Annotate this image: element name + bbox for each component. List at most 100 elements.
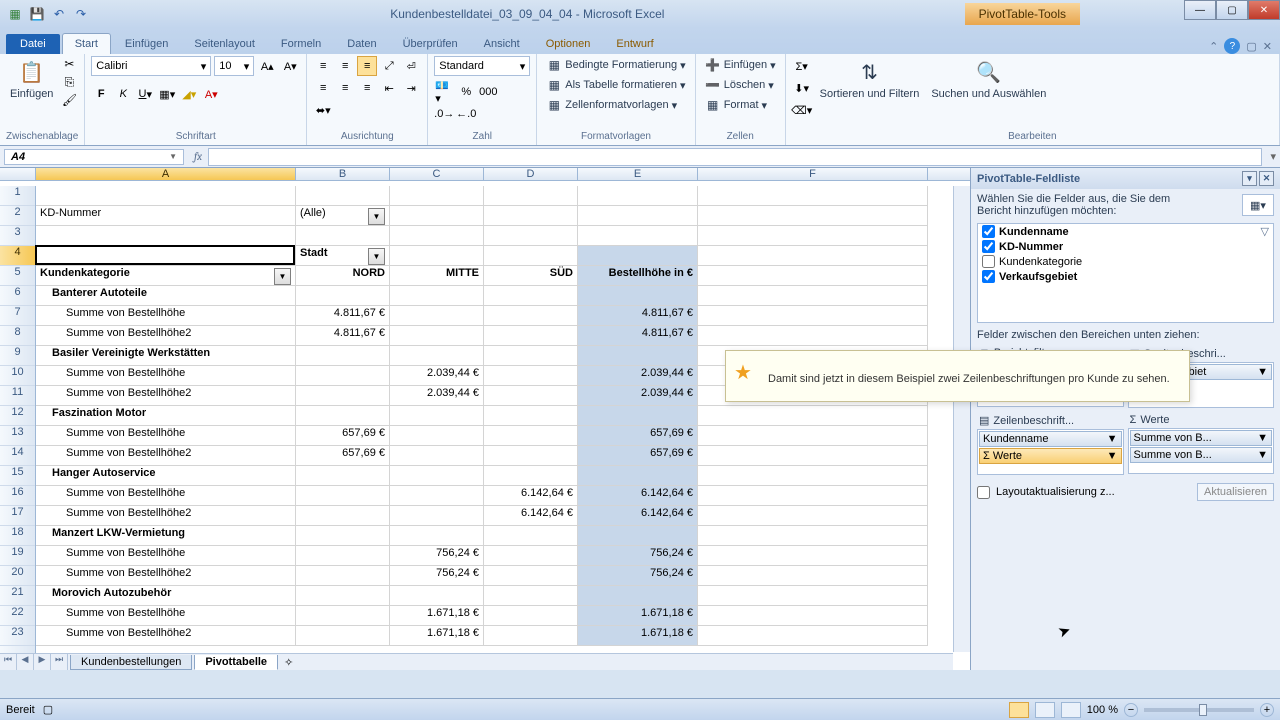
redo-icon[interactable]: ↷ xyxy=(72,5,90,23)
cell[interactable] xyxy=(484,586,578,606)
cell[interactable] xyxy=(698,186,928,206)
tab-page-layout[interactable]: Seitenlayout xyxy=(182,34,267,54)
cell[interactable]: Stadt▼ xyxy=(296,246,390,266)
cell[interactable]: KD-Nummer xyxy=(36,206,296,226)
row-header[interactable]: 6 xyxy=(0,286,35,306)
row-header[interactable]: 11 xyxy=(0,386,35,406)
decrease-decimal-icon[interactable]: ←.0 xyxy=(456,104,476,124)
cell[interactable]: Summe von Bestellhöhe xyxy=(36,486,296,506)
cell[interactable] xyxy=(296,526,390,546)
cell[interactable] xyxy=(296,626,390,646)
cell[interactable]: Summe von Bestellhöhe xyxy=(36,546,296,566)
underline-button[interactable]: U▾ xyxy=(135,84,155,104)
tab-insert[interactable]: Einfügen xyxy=(113,34,180,54)
chip-summe-1[interactable]: Summe von B...▼ xyxy=(1130,430,1273,446)
cell[interactable] xyxy=(698,586,928,606)
field-item[interactable]: Kundenkategorie xyxy=(978,254,1273,269)
tab-nav-last[interactable]: ⏭ xyxy=(51,654,68,671)
field-checkbox[interactable] xyxy=(982,270,995,283)
cell[interactable] xyxy=(578,526,698,546)
fx-icon[interactable]: fx xyxy=(188,150,208,163)
format-painter-icon[interactable]: 🖌 xyxy=(61,92,77,108)
cell[interactable] xyxy=(390,246,484,266)
field-checkbox[interactable] xyxy=(982,240,995,253)
tab-data[interactable]: Daten xyxy=(335,34,388,54)
row-header[interactable]: 9 xyxy=(0,346,35,366)
row-header[interactable]: 1 xyxy=(0,186,35,206)
tab-nav-prev[interactable]: ◀ xyxy=(17,654,34,671)
cell[interactable]: 1.671,18 € xyxy=(578,606,698,626)
cell[interactable] xyxy=(578,406,698,426)
cell[interactable] xyxy=(578,346,698,366)
row-header[interactable]: 19 xyxy=(0,546,35,566)
cell[interactable] xyxy=(698,286,928,306)
filter-dropdown-icon[interactable]: ▼ xyxy=(368,248,385,265)
border-button[interactable]: ▦▾ xyxy=(157,84,177,104)
page-layout-view-button[interactable] xyxy=(1035,702,1055,718)
minimize-button[interactable]: — xyxy=(1184,0,1216,20)
field-item[interactable]: Verkaufsgebiet xyxy=(978,269,1273,284)
cell-styles-button[interactable]: ▦Zellenformatvorlagen ▾ xyxy=(543,96,688,114)
cell[interactable] xyxy=(698,306,928,326)
row-header[interactable]: 20 xyxy=(0,566,35,586)
field-list-options-icon[interactable]: ▾ xyxy=(1242,171,1257,186)
cell[interactable] xyxy=(390,506,484,526)
cell[interactable] xyxy=(296,346,390,366)
delete-cells-button[interactable]: ➖Löschen ▾ xyxy=(702,76,779,94)
cell[interactable]: Hanger Autoservice xyxy=(36,466,296,486)
tab-formulas[interactable]: Formeln xyxy=(269,34,333,54)
cell[interactable]: 2.039,44 € xyxy=(578,386,698,406)
filter-dropdown-icon[interactable]: ▼ xyxy=(274,268,291,285)
cell[interactable]: 2.039,44 € xyxy=(390,366,484,386)
tab-view[interactable]: Ansicht xyxy=(472,34,532,54)
cell[interactable] xyxy=(390,486,484,506)
cell[interactable]: Summe von Bestellhöhe2 xyxy=(36,326,296,346)
cell[interactable] xyxy=(484,466,578,486)
cell[interactable]: 2.039,44 € xyxy=(578,366,698,386)
row-header[interactable]: 22 xyxy=(0,606,35,626)
cell[interactable] xyxy=(698,546,928,566)
cell[interactable]: 756,24 € xyxy=(578,566,698,586)
fill-icon[interactable]: ⬇▾ xyxy=(792,78,812,98)
tab-nav-next[interactable]: ▶ xyxy=(34,654,51,671)
update-button[interactable]: Aktualisieren xyxy=(1197,483,1274,501)
worksheet[interactable]: ABCDEF 123456789101112131415161718192021… xyxy=(0,168,970,670)
column-header-A[interactable]: A xyxy=(36,168,296,180)
column-header-D[interactable]: D xyxy=(484,168,578,180)
cell[interactable] xyxy=(390,186,484,206)
tab-options[interactable]: Optionen xyxy=(534,34,603,54)
horizontal-scrollbar[interactable] xyxy=(560,653,953,670)
cell[interactable]: Summe von Bestellhöhe2 xyxy=(36,386,296,406)
cell[interactable] xyxy=(390,226,484,246)
cell[interactable]: 657,69 € xyxy=(578,446,698,466)
cell[interactable]: Faszination Motor xyxy=(36,406,296,426)
tab-file[interactable]: Datei xyxy=(6,34,60,54)
tab-review[interactable]: Überprüfen xyxy=(391,34,470,54)
cell[interactable]: 6.142,64 € xyxy=(578,486,698,506)
cell[interactable]: Manzert LKW-Vermietung xyxy=(36,526,296,546)
cell[interactable]: 4.811,67 € xyxy=(578,306,698,326)
cell[interactable] xyxy=(484,546,578,566)
row-header[interactable]: 16 xyxy=(0,486,35,506)
insert-cells-button[interactable]: ➕Einfügen ▾ xyxy=(702,56,779,74)
cell[interactable] xyxy=(390,306,484,326)
cell[interactable]: 6.142,64 € xyxy=(484,486,578,506)
field-list-close-icon[interactable]: ✕ xyxy=(1259,171,1274,186)
tab-home[interactable]: Start xyxy=(62,33,111,54)
cell[interactable] xyxy=(698,626,928,646)
cell[interactable]: 4.811,67 € xyxy=(578,326,698,346)
font-size-select[interactable]: 10▾ xyxy=(214,56,254,76)
cell[interactable] xyxy=(698,466,928,486)
defer-layout-checkbox[interactable] xyxy=(977,486,990,499)
cell[interactable]: Summe von Bestellhöhe2 xyxy=(36,566,296,586)
cell[interactable]: 756,24 € xyxy=(578,546,698,566)
cell[interactable] xyxy=(390,426,484,446)
cell[interactable] xyxy=(296,386,390,406)
sort-filter-button[interactable]: ⇅ Sortieren und Filtern xyxy=(816,56,924,102)
clear-icon[interactable]: ⌫▾ xyxy=(792,100,812,120)
cell[interactable] xyxy=(484,206,578,226)
chip-kundenname[interactable]: Kundenname▼ xyxy=(979,431,1122,447)
column-header-F[interactable]: F xyxy=(698,168,928,180)
row-header[interactable]: 15 xyxy=(0,466,35,486)
cell[interactable] xyxy=(698,426,928,446)
